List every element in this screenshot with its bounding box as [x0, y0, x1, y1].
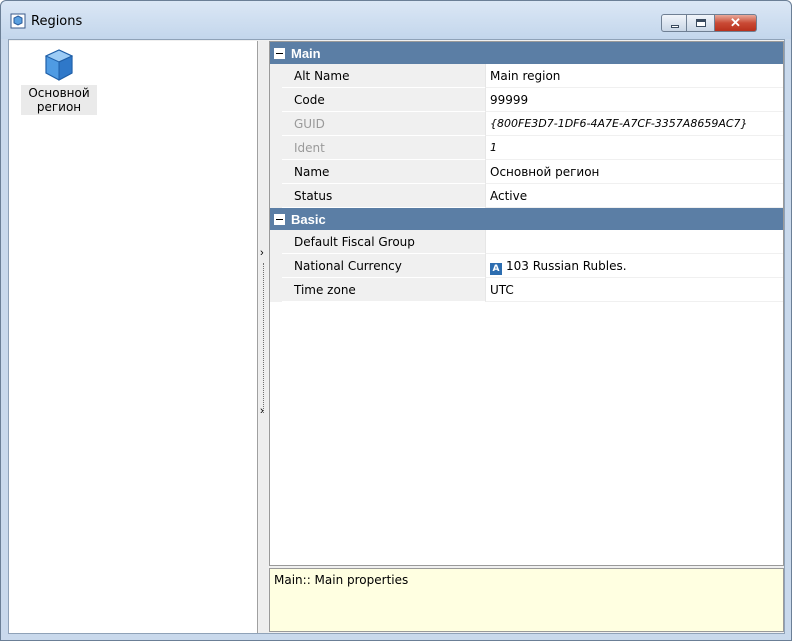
property-name: Name: [282, 160, 485, 184]
property-value[interactable]: Active: [485, 184, 783, 208]
property-name: Default Fiscal Group: [282, 230, 485, 254]
close-button[interactable]: ✕: [715, 14, 757, 32]
region-list-pane[interactable]: Основной регион: [9, 41, 258, 633]
close-icon: ✕: [730, 15, 741, 30]
description-text: Main:: Main properties: [274, 573, 409, 587]
property-name: National Currency: [282, 254, 485, 278]
region-item-label: Основной регион: [21, 85, 97, 115]
expand-arrow-icon[interactable]: ›: [260, 405, 264, 417]
row-gutter: [270, 64, 282, 88]
row-gutter: [270, 112, 282, 136]
row-gutter: [270, 230, 282, 254]
minimize-button[interactable]: [661, 14, 687, 32]
property-grid[interactable]: Main Alt Name Main region Code 99999 GUI…: [269, 41, 784, 566]
property-name: Time zone: [282, 278, 485, 302]
property-row-guid[interactable]: GUID {800FE3D7-1DF6-4A7E-A7CF-3357A8659A…: [270, 112, 783, 136]
category-main[interactable]: Main: [270, 42, 783, 64]
region-cube-icon: [10, 13, 26, 29]
maximize-button[interactable]: [687, 14, 715, 32]
property-value-currency[interactable]: A 103 Russian Rubles.: [485, 254, 783, 278]
property-name: Ident: [282, 136, 485, 160]
title-bar[interactable]: Regions ✕: [1, 1, 791, 39]
row-gutter: [270, 184, 282, 208]
property-value[interactable]: UTC: [485, 278, 783, 302]
property-name: Status: [282, 184, 485, 208]
property-row-alt-name[interactable]: Alt Name Main region: [270, 64, 783, 88]
property-value: {800FE3D7-1DF6-4A7E-A7CF-3357A8659AC7}: [485, 112, 783, 136]
property-name: GUID: [282, 112, 485, 136]
category-label: Main: [291, 45, 321, 61]
property-row-default-fiscal-group[interactable]: Default Fiscal Group: [270, 230, 783, 254]
minimize-icon: [671, 25, 679, 28]
window-content: Основной регион › › Main Alt Name Main r…: [8, 39, 785, 634]
property-name: Code: [282, 88, 485, 112]
property-name: Alt Name: [282, 64, 485, 88]
window-controls: ✕: [661, 14, 757, 34]
property-value[interactable]: Основной регион: [485, 160, 783, 184]
row-gutter: [270, 136, 282, 160]
regions-window: Regions ✕ Основной регион › › Main Alt N…: [0, 0, 792, 641]
row-gutter: [270, 88, 282, 112]
category-label: Basic: [291, 211, 326, 227]
property-value: 103 Russian Rubles.: [506, 259, 627, 273]
region-item[interactable]: Основной регион: [21, 47, 97, 115]
row-gutter: [270, 278, 282, 302]
row-gutter: [270, 254, 282, 278]
property-value[interactable]: [485, 230, 783, 254]
expand-arrow-icon[interactable]: ›: [260, 247, 264, 259]
property-row-code[interactable]: Code 99999: [270, 88, 783, 112]
currency-icon: A: [490, 263, 502, 275]
maximize-icon: [696, 19, 706, 27]
property-value[interactable]: 99999: [485, 88, 783, 112]
blue-cube-icon: [44, 49, 74, 81]
splitter-grip: [263, 263, 264, 413]
property-row-national-currency[interactable]: National Currency A 103 Russian Rubles.: [270, 254, 783, 278]
window-title: Regions: [31, 14, 83, 29]
property-value: 1: [485, 136, 783, 160]
row-gutter: [270, 160, 282, 184]
collapse-icon[interactable]: [274, 47, 285, 59]
pane-splitter[interactable]: › ›: [259, 41, 268, 633]
property-row-name[interactable]: Name Основной регион: [270, 160, 783, 184]
property-row-time-zone[interactable]: Time zone UTC: [270, 278, 783, 302]
category-basic[interactable]: Basic: [270, 208, 783, 230]
property-row-ident[interactable]: Ident 1: [270, 136, 783, 160]
property-value[interactable]: Main region: [485, 64, 783, 88]
property-row-status[interactable]: Status Active: [270, 184, 783, 208]
collapse-icon[interactable]: [274, 213, 285, 225]
description-pane: Main:: Main properties: [269, 568, 784, 632]
